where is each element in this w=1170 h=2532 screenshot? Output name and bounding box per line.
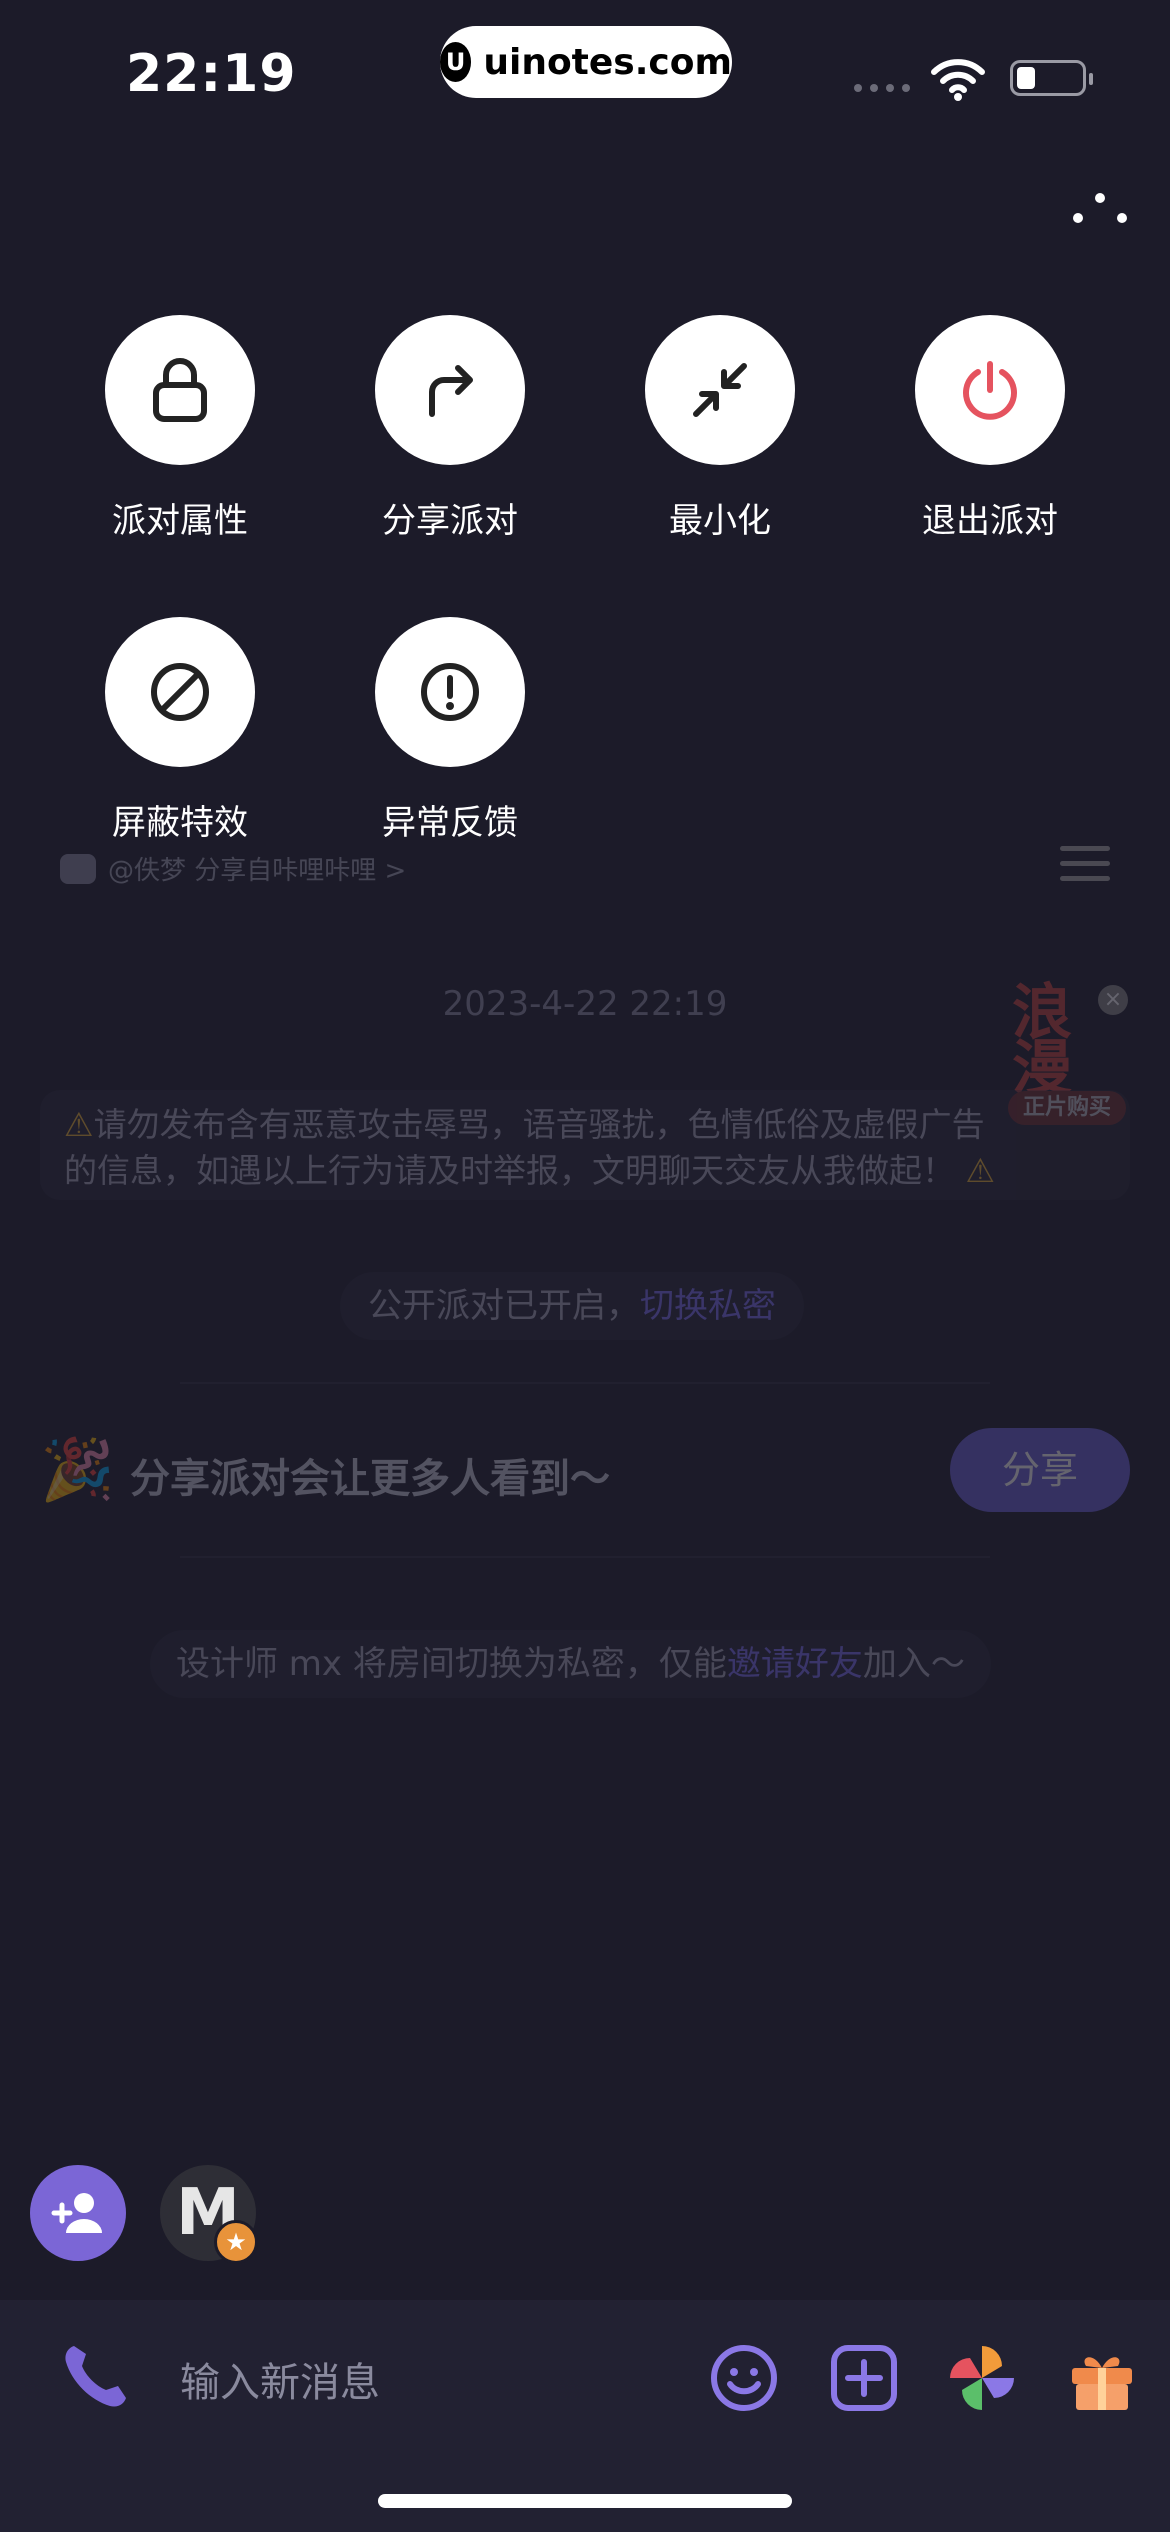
public-party-text: 公开派对已开启， (368, 1286, 640, 1326)
message-input[interactable]: 输入新消息 (180, 2350, 380, 2408)
more-options-icon[interactable] (1070, 188, 1130, 228)
block-effects-button[interactable]: 屏蔽特效 (80, 617, 280, 844)
chat-date: 2023-4-22 22:19 (442, 984, 728, 1024)
minimize-button[interactable]: 最小化 (620, 315, 820, 542)
public-party-notice: 公开派对已开启，切换私密 (340, 1272, 804, 1340)
home-indicator (378, 2494, 792, 2508)
site-logo-icon: U (440, 42, 472, 82)
warning-line-1: 请勿发布含有恶意攻击辱骂，语音骚扰，色情低俗及虚假广告 (93, 1105, 985, 1144)
minimize-label: 最小化 (669, 501, 771, 541)
warning-icon: ⚠ (64, 1105, 94, 1144)
star-badge-icon: ★ (214, 2220, 258, 2264)
exclamation-icon (421, 663, 479, 721)
notice-text: @佚梦 分享自咔哩咔哩 > (108, 856, 407, 886)
status-time: 22:19 (126, 44, 297, 104)
party-settings-label: 派对属性 (112, 501, 248, 541)
private-room-suffix: 加入～ (862, 1644, 965, 1684)
notice-row[interactable]: @佚梦 分享自咔哩咔哩 > (60, 850, 406, 887)
private-room-text: 设计师 mx 将房间切换为私密，仅能 (176, 1644, 727, 1684)
battery-icon (1010, 60, 1093, 96)
warning-icon: ⚠ (955, 1151, 996, 1190)
site-watermark: U uinotes.com (440, 26, 732, 98)
phone-icon[interactable] (60, 2340, 132, 2412)
pinwheel-icon[interactable] (946, 2342, 1018, 2414)
warning-line-2: 的信息，如遇以上行为请及时举报，文明聊天交友从我做起！ (64, 1151, 955, 1190)
report-issue-label: 异常反馈 (382, 803, 518, 843)
power-icon (963, 361, 1017, 420)
site-name: uinotes.com (483, 41, 732, 83)
party-settings-button[interactable]: 派对属性 (80, 315, 280, 542)
emoji-icon[interactable] (708, 2342, 780, 2414)
block-effects-label: 屏蔽特效 (112, 803, 248, 843)
exit-party-button[interactable]: 退出派对 (890, 315, 1090, 542)
block-icon (151, 663, 209, 721)
warning-message: ⚠请勿发布含有恶意攻击辱骂，语音骚扰，色情低俗及虚假广告 的信息，如遇以上行为请… (40, 1090, 1130, 1200)
share-prompt: 🎉 分享派对会让更多人看到～ 分享 (40, 1428, 1130, 1512)
report-issue-button[interactable]: 异常反馈 (350, 617, 550, 844)
switch-private-link[interactable]: 切换私密 (640, 1286, 776, 1326)
invite-user-button[interactable] (30, 2165, 126, 2261)
cellular-signal-icon (854, 84, 910, 92)
party-popper-icon: 🎉 (40, 1435, 115, 1505)
gift-icon[interactable] (1066, 2342, 1138, 2414)
add-content-icon[interactable] (828, 2342, 900, 2414)
share-button[interactable]: 分享 (950, 1428, 1130, 1512)
minimize-icon (693, 363, 747, 417)
close-icon[interactable]: × (1098, 985, 1128, 1015)
invite-friends-link[interactable]: 邀请好友 (727, 1644, 863, 1684)
add-user-icon (51, 2193, 102, 2233)
exit-party-label: 退出派对 (922, 501, 1058, 541)
share-party-button[interactable]: 分享派对 (350, 315, 550, 542)
share-party-label: 分享派对 (382, 501, 518, 541)
divider (180, 1382, 990, 1384)
menu-icon[interactable] (1060, 846, 1110, 891)
chat-bubble-icon (60, 853, 96, 884)
wifi-icon (931, 59, 985, 101)
share-prompt-text: 分享派对会让更多人看到～ (130, 1456, 610, 1502)
private-room-notice: 设计师 mx 将房间切换为私密，仅能邀请好友加入～ (150, 1630, 991, 1698)
share-arrow-icon (429, 365, 473, 417)
lock-icon (153, 358, 207, 422)
divider (180, 1556, 990, 1558)
